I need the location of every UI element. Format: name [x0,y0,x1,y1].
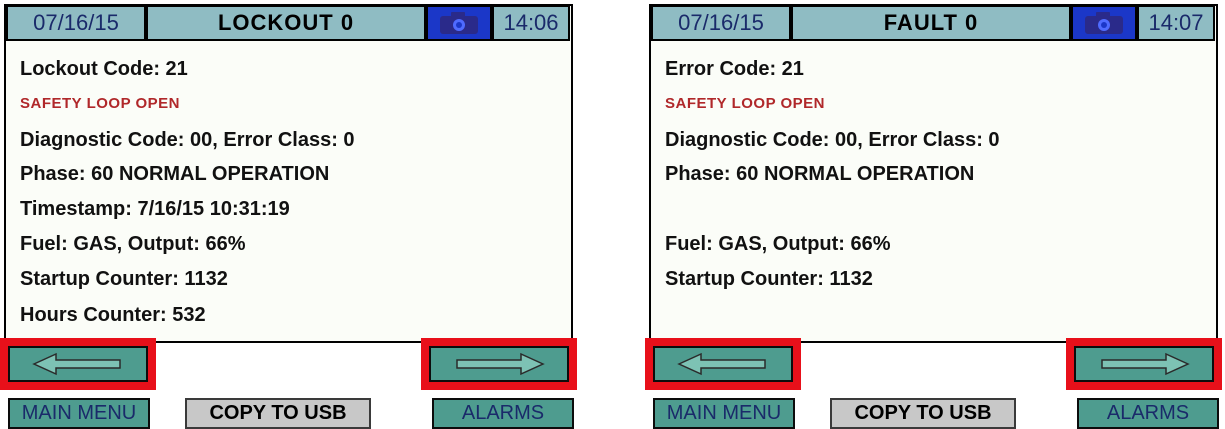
startup-counter: Startup Counter: 1132 [20,268,228,290]
main-menu-button[interactable]: MAIN MENU [653,398,795,429]
next-highlight [1066,338,1222,390]
timestamp: Timestamp: 7/16/15 10:31:19 [20,198,290,220]
copy-to-usb-button[interactable]: COPY TO USB [830,398,1016,429]
prev-button[interactable] [653,346,793,382]
time-display: 14:06 [492,5,570,41]
alarms-button[interactable]: ALARMS [1077,398,1219,429]
fault-screen: 07/16/15 FAULT 0 14:07 Error Code: 21 SA… [645,0,1222,429]
lockout-screen: 07/16/15 LOCKOUT 0 14:06 Lockout Code: 2… [0,0,577,429]
startup-counter: Startup Counter: 1132 [665,268,873,290]
prev-button[interactable] [8,346,148,382]
next-button[interactable] [1074,346,1214,382]
left-arrow-icon [32,352,121,376]
hours-counter: Hours Counter: 532 [20,304,206,326]
error-code: Error Code: 21 [665,58,804,80]
phase: Phase: 60 NORMAL OPERATION [20,163,330,185]
safety-loop-status: SAFETY LOOP OPEN [20,95,180,112]
safety-loop-status: SAFETY LOOP OPEN [665,95,825,112]
camera-icon [440,12,478,34]
time-display: 14:07 [1137,5,1215,41]
fuel-output: Fuel: GAS, Output: 66% [665,233,891,255]
diagnostic-code: Diagnostic Code: 00, Error Class: 0 [665,129,1000,151]
prev-highlight [645,338,801,390]
phase: Phase: 60 NORMAL OPERATION [665,163,975,185]
next-highlight [421,338,577,390]
lockout-code: Lockout Code: 21 [20,58,188,80]
fuel-output: Fuel: GAS, Output: 66% [20,233,246,255]
right-arrow-icon [456,352,545,376]
alarms-button[interactable]: ALARMS [432,398,574,429]
date-display: 07/16/15 [6,5,146,41]
diagnostic-code: Diagnostic Code: 00, Error Class: 0 [20,129,355,151]
main-menu-button[interactable]: MAIN MENU [8,398,150,429]
camera-icon [1085,12,1123,34]
prev-highlight [0,338,156,390]
screen-title: FAULT 0 [791,5,1071,41]
camera-icon[interactable] [426,5,492,41]
left-arrow-icon [677,352,766,376]
screen-title: LOCKOUT 0 [146,5,426,41]
next-button[interactable] [429,346,569,382]
camera-icon[interactable] [1071,5,1137,41]
right-arrow-icon [1101,352,1190,376]
copy-to-usb-button[interactable]: COPY TO USB [185,398,371,429]
date-display: 07/16/15 [651,5,791,41]
